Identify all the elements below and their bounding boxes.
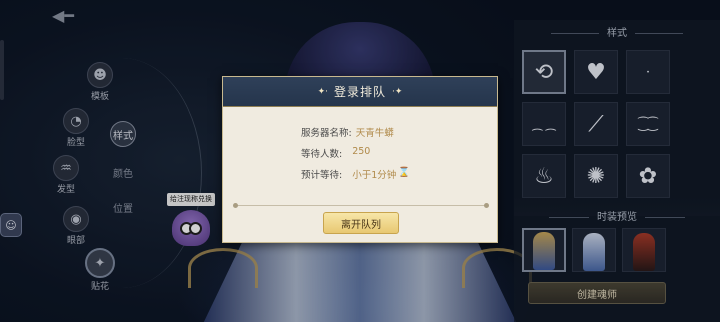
server-name-row: 服务器名称: 天青牛蟒: [301, 125, 394, 139]
row-value: 250: [352, 146, 371, 157]
row-label: 服务器名称:: [301, 128, 352, 139]
dialog-divider: [233, 203, 489, 208]
sparkle-icon: ·✦: [392, 86, 403, 97]
estimated-wait-row: 预计等待: 小于1分钟 ⌛: [301, 167, 410, 181]
dialog-header: ✦· 登录排队 ·✦: [223, 77, 497, 107]
login-queue-dialog: ✦· 登录排队 ·✦ 服务器名称: 天青牛蟒 等待人数: 250 预计等待: 小…: [222, 76, 498, 243]
waiting-count-row: 等待人数: 250: [301, 146, 370, 160]
sparkle-icon: ✦·: [317, 86, 328, 97]
row-label: 等待人数:: [301, 149, 343, 160]
leave-queue-button[interactable]: 离开队列: [323, 212, 399, 234]
row-value: 天青牛蟒: [355, 128, 394, 139]
row-label: 预计等待:: [301, 170, 343, 181]
dialog-title: 登录排队: [333, 85, 386, 99]
row-value: 小于1分钟: [352, 170, 397, 181]
hourglass-icon: ⌛: [398, 167, 411, 178]
